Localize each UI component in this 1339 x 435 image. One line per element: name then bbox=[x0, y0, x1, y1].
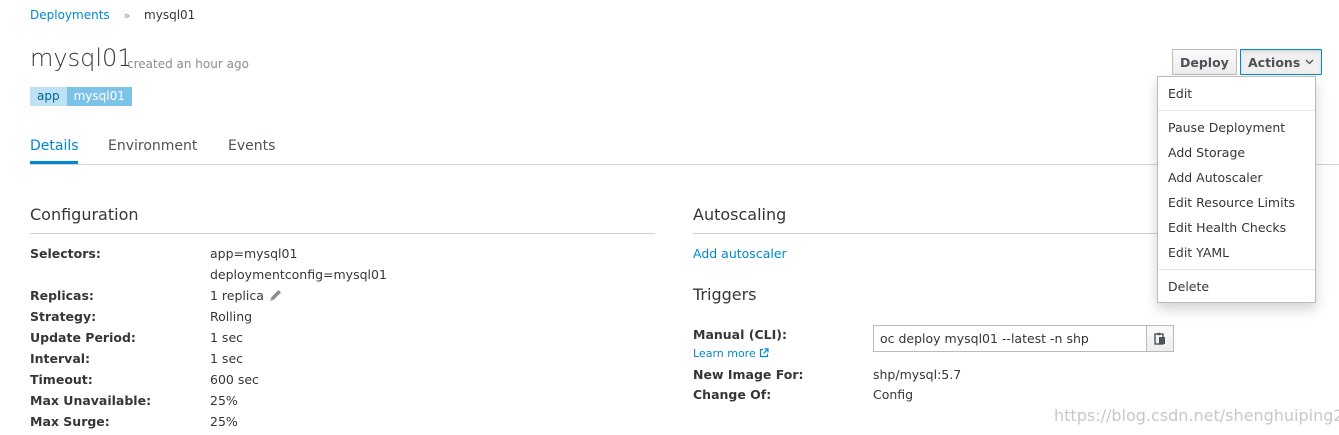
menu-item-edit-yaml[interactable]: Edit YAML bbox=[1168, 245, 1229, 260]
page-title: mysql01 bbox=[30, 44, 133, 72]
breadcrumb: Deployments » mysql01 bbox=[30, 8, 195, 22]
strategy-value: Rolling bbox=[210, 309, 253, 324]
manual-cli-label: Manual (CLI): bbox=[693, 327, 787, 342]
replicas-value: 1 replica bbox=[210, 288, 264, 303]
timeout-label: Timeout: bbox=[30, 372, 93, 387]
watermark: https://blog.csdn.net/shenghuiping2001 bbox=[1054, 406, 1339, 425]
tab-environment[interactable]: Environment bbox=[108, 138, 197, 154]
tab-bar: Details Environment Events bbox=[30, 128, 1339, 164]
created-timestamp: created an hour ago bbox=[127, 57, 249, 71]
max-unavailable-value: 25% bbox=[210, 393, 238, 408]
menu-item-pause-deployment[interactable]: Pause Deployment bbox=[1168, 120, 1285, 135]
change-of-label: Change Of: bbox=[693, 387, 772, 402]
menu-item-add-storage[interactable]: Add Storage bbox=[1168, 145, 1245, 160]
menu-item-edit[interactable]: Edit bbox=[1168, 86, 1192, 101]
autoscaling-heading: Autoscaling bbox=[693, 205, 787, 224]
external-link-icon bbox=[760, 348, 769, 358]
actions-dropdown-menu: Edit Pause Deployment Add Storage Add Au… bbox=[1157, 76, 1316, 303]
selectors-value-2: deploymentconfig=mysql01 bbox=[210, 267, 387, 282]
cli-command-input[interactable]: oc deploy mysql01 --latest -n shp bbox=[874, 326, 1146, 351]
replicas-label: Replicas: bbox=[30, 288, 94, 303]
tab-divider bbox=[30, 164, 1339, 165]
tab-details[interactable]: Details bbox=[30, 138, 79, 154]
configuration-heading: Configuration bbox=[30, 205, 139, 224]
strategy-label: Strategy: bbox=[30, 309, 97, 324]
learn-more-label: Learn more bbox=[693, 347, 756, 360]
menu-divider bbox=[1158, 269, 1315, 270]
interval-label: Interval: bbox=[30, 351, 91, 366]
add-autoscaler-link[interactable]: Add autoscaler bbox=[693, 246, 787, 261]
breadcrumb-deployments-link[interactable]: Deployments bbox=[30, 8, 110, 22]
menu-item-edit-resource-limits[interactable]: Edit Resource Limits bbox=[1168, 195, 1295, 210]
copy-button[interactable] bbox=[1146, 326, 1173, 351]
update-period-label: Update Period: bbox=[30, 330, 136, 345]
clipboard-icon bbox=[1154, 332, 1165, 345]
breadcrumb-separator: » bbox=[123, 9, 131, 22]
learn-more-link[interactable]: Learn more bbox=[693, 347, 769, 360]
tab-active-indicator bbox=[30, 161, 78, 164]
configuration-divider bbox=[30, 233, 655, 234]
label-key[interactable]: app bbox=[30, 87, 67, 106]
selectors-label: Selectors: bbox=[30, 246, 101, 261]
menu-divider bbox=[1158, 110, 1315, 111]
deploy-button[interactable]: Deploy bbox=[1172, 49, 1237, 75]
update-period-value: 1 sec bbox=[210, 330, 244, 345]
new-image-value: shp/mysql:5.7 bbox=[873, 367, 962, 382]
new-image-label: New Image For: bbox=[693, 367, 804, 382]
interval-value: 1 sec bbox=[210, 351, 244, 366]
actions-button-label: Actions bbox=[1248, 54, 1301, 70]
menu-item-delete[interactable]: Delete bbox=[1168, 279, 1209, 294]
label-badge[interactable]: app mysql01 bbox=[30, 87, 132, 106]
max-unavailable-label: Max Unavailable: bbox=[30, 393, 152, 408]
change-of-value: Config bbox=[873, 387, 914, 402]
menu-item-edit-health-checks[interactable]: Edit Health Checks bbox=[1168, 220, 1286, 235]
autoscaling-divider bbox=[693, 233, 1157, 234]
selectors-value: app=mysql01 bbox=[210, 246, 298, 261]
menu-item-add-autoscaler[interactable]: Add Autoscaler bbox=[1168, 170, 1263, 185]
max-surge-value: 25% bbox=[210, 414, 238, 429]
timeout-value: 600 sec bbox=[210, 372, 259, 387]
cli-command-field[interactable]: oc deploy mysql01 --latest -n shp bbox=[873, 325, 1174, 352]
actions-button[interactable]: Actions bbox=[1240, 49, 1323, 75]
breadcrumb-current: mysql01 bbox=[144, 8, 196, 22]
deploy-button-label: Deploy bbox=[1180, 54, 1229, 70]
triggers-heading: Triggers bbox=[693, 285, 757, 304]
max-surge-label: Max Surge: bbox=[30, 414, 110, 429]
label-value[interactable]: mysql01 bbox=[66, 87, 132, 106]
tab-events[interactable]: Events bbox=[228, 138, 275, 154]
pencil-icon[interactable] bbox=[268, 288, 283, 303]
chevron-down-icon bbox=[1305, 59, 1314, 65]
